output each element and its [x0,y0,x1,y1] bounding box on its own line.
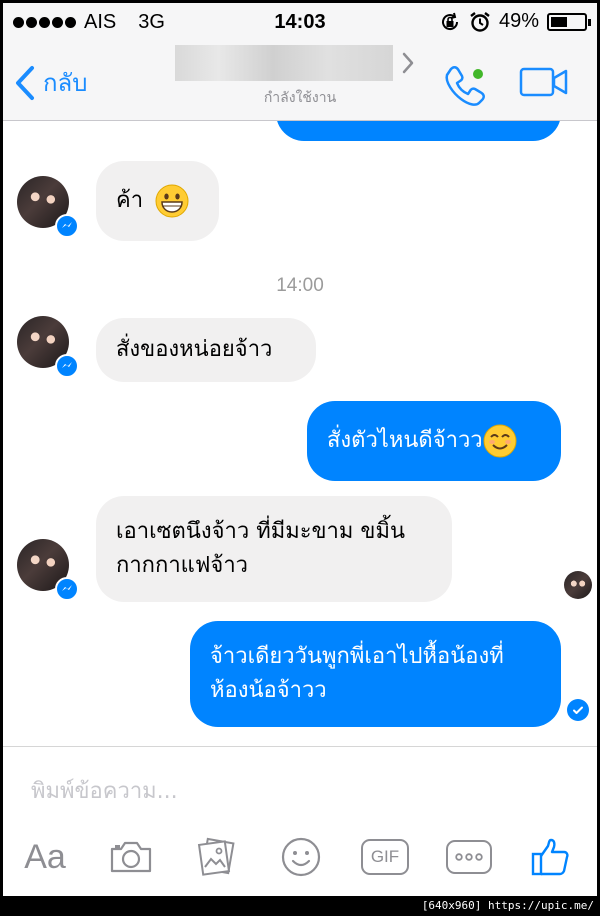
alarm-icon [470,11,490,32]
contact-avatar[interactable] [17,316,79,378]
message-text-line-2: ห้องน้อจ้าวว [210,678,327,703]
camera-icon [110,841,152,873]
sent-check-icon [567,699,589,721]
message-text-line-1: เอาเซตนึงจ้าว ที่มีมะขาม ขมิ้น [116,519,405,544]
contact-name-blurred[interactable] [175,45,393,81]
status-bar: AIS 3G 14:03 49% [3,3,597,41]
sticker-button[interactable] [273,833,329,881]
message-text: สั่งตัวไหนดีจ้าวว [327,428,483,453]
photo-gallery-icon [197,837,235,876]
video-call-icon[interactable] [519,67,569,97]
like-button[interactable] [523,833,579,881]
contact-avatar[interactable] [17,539,79,601]
active-status: กำลังใช้งาน [263,90,337,106]
battery-percentage: 49% [498,10,539,32]
camera-button[interactable] [103,833,159,881]
thumbs-up-icon [531,838,569,876]
composer-toolbar: Aa GIF [3,833,597,883]
messenger-screen: AIS 3G 14:03 49% กลับ กำลังใช้งาน ค้า 14… [3,3,597,896]
grinning-emoji-icon [155,184,189,218]
messenger-badge-icon [55,577,79,601]
message-text: ค้า [116,188,144,213]
smiling-emoji-icon [483,424,517,458]
back-label: กลับ [43,70,88,97]
message-text-line-1: จ้าวเดียววันพูกพี่เอาไปหื้อน้องที่ [210,644,504,669]
chevron-left-icon [16,65,34,100]
more-options-icon [446,840,492,874]
watermark: [640x960] https://upic.me/ [417,897,598,915]
battery-icon [547,12,591,31]
messenger-badge-icon [55,354,79,378]
message-text-line-2: กากกาแฟจ้าว [116,553,249,578]
previous-message-bubble[interactable] [276,121,561,141]
message-text: สั่งของหน่อยจ้าว [116,337,273,362]
message-bubble-incoming[interactable]: เอาเซตนึงจ้าว ที่มีมะขาม ขมิ้น กากกาแฟจ้… [96,496,452,602]
message-bubble-incoming[interactable]: ค้า [96,161,219,241]
phone-call-icon[interactable] [443,63,491,107]
rotation-lock-icon [441,12,458,30]
back-button[interactable]: กลับ [15,63,87,102]
gallery-button[interactable] [189,833,245,881]
chevron-right-icon[interactable] [401,51,415,75]
contact-avatar[interactable] [17,176,79,238]
status-right: 49% [439,10,591,33]
gif-label: GIF [370,847,400,866]
seen-avatar [564,571,592,599]
text-format-button[interactable]: Aa [17,833,73,881]
gif-icon: GIF [361,839,409,875]
message-list[interactable]: ค้า 14:00 สั่งของหน่อยจ้าว สั่งตัวไหนดีจ… [3,121,597,746]
more-button[interactable] [441,833,497,881]
message-bubble-incoming[interactable]: สั่งของหน่อยจ้าว [96,318,316,382]
message-input[interactable] [31,773,551,809]
message-bubble-outgoing[interactable]: จ้าวเดียววันพูกพี่เอาไปหื้อน้องที่ ห้องน… [190,621,561,727]
message-bubble-outgoing[interactable]: สั่งตัวไหนดีจ้าวว [307,401,561,481]
messenger-badge-icon [55,214,79,238]
conversation-header: กลับ กำลังใช้งาน [3,41,597,121]
composer: Aa [3,746,597,896]
gif-button[interactable]: GIF [357,833,413,881]
aa-label: Aa [24,837,66,876]
timestamp: 14:00 [276,275,324,296]
smiley-icon [281,837,321,877]
